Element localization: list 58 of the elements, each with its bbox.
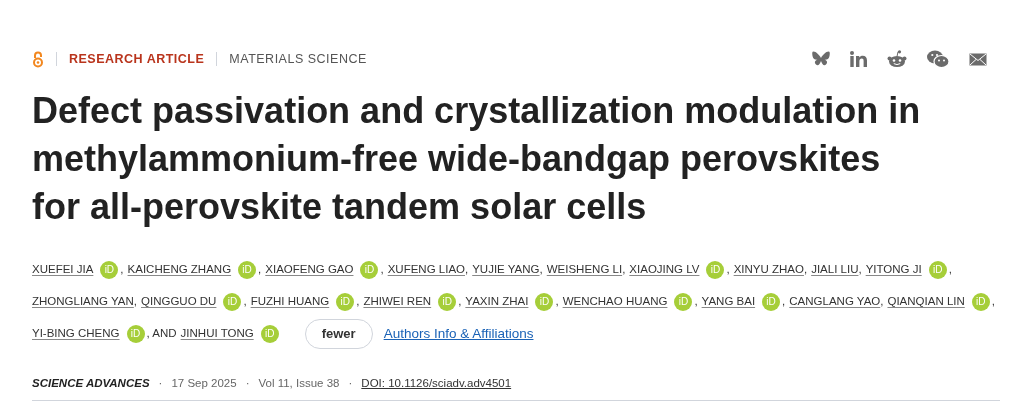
author-separator: , (880, 294, 884, 310)
affiliations-link[interactable]: Authors Info & Affiliations (383, 323, 534, 345)
doi-link[interactable]: DOI: 10.1126/sciadv.adv4501 (361, 375, 512, 393)
separator-dot: · (158, 376, 163, 391)
author-link[interactable]: YANG BAI (701, 293, 756, 311)
author-separator: , (380, 262, 384, 278)
author-link[interactable]: XIAOJING LV (629, 261, 700, 279)
separator-dot: · (348, 376, 353, 391)
fewer-button[interactable]: fewer (304, 319, 373, 349)
journal-name[interactable]: SCIENCE ADVANCES (32, 375, 150, 393)
chat-bubbles-icon[interactable] (927, 50, 949, 68)
author-link[interactable]: ZHONGLIANG YAN (32, 293, 134, 311)
author-link[interactable]: JINHUI TONG (180, 325, 254, 343)
author-separator: , (991, 294, 995, 310)
butterfly-icon[interactable] (812, 51, 830, 67)
author-separator: , (858, 262, 862, 278)
author-separator: , (465, 262, 469, 278)
author-link[interactable]: WEISHENG LI (546, 261, 623, 279)
author-link[interactable]: FUZHI HUANG (250, 293, 330, 311)
author-separator: , (133, 294, 138, 310)
author-link[interactable]: WENCHAO HUANG (562, 293, 668, 311)
article-type: RESEARCH ARTICLE (69, 50, 205, 68)
author-link[interactable]: YITONG JI (865, 261, 922, 279)
author-separator: , (555, 294, 559, 310)
author-link[interactable]: ZHIWEI REN (363, 293, 432, 311)
mail-icon[interactable] (969, 52, 987, 66)
separator-dot: · (245, 376, 250, 391)
publication-date: 17 Sep 2025 (171, 376, 237, 391)
author-separator: , (694, 294, 698, 310)
author-separator: , AND (146, 326, 177, 342)
author-separator: , (356, 294, 360, 310)
author-separator: , (803, 262, 808, 278)
volume-issue[interactable]: Vol 11, Issue 38 (258, 375, 340, 393)
author-link[interactable]: XUFENG LIAO (387, 261, 465, 279)
author-separator: , (726, 262, 730, 278)
author-link[interactable]: XINYU ZHAO (733, 261, 804, 279)
author-separator: , (243, 294, 247, 310)
author-separator: , (120, 262, 124, 278)
author-link[interactable]: CANGLANG YAO (789, 293, 881, 311)
author-link[interactable]: YUJIE YANG (472, 261, 540, 279)
author-separator: , (458, 294, 462, 310)
open-access-icon (32, 50, 44, 68)
author-separator: , (782, 294, 786, 310)
author-separator: , (622, 262, 626, 278)
author-link[interactable]: KAICHENG ZHANG (127, 261, 232, 279)
author-link[interactable]: QIANQIAN LIN (887, 293, 965, 311)
author-separator: , (539, 262, 543, 278)
author-link[interactable]: YI-BING CHENG (32, 325, 120, 343)
author-separator: , (258, 262, 262, 278)
author-separator: , (948, 262, 952, 278)
author-link[interactable]: XIAOFENG GAO (265, 261, 354, 279)
subject-label[interactable]: MATERIALS SCIENCE (229, 49, 367, 69)
author-link[interactable]: QINGGUO DU (141, 293, 217, 311)
reddit-icon[interactable] (887, 50, 907, 68)
author-link[interactable]: YAXIN ZHAI (465, 293, 529, 311)
linkedin-icon[interactable] (850, 51, 867, 67)
author-link[interactable]: XUEFEI JIA (32, 261, 94, 279)
article-title: Defect passivation and crystallization modulation in methylammonium-free wide-bandgap perovskites for all-perovskite tandem solar cells (32, 89, 922, 229)
